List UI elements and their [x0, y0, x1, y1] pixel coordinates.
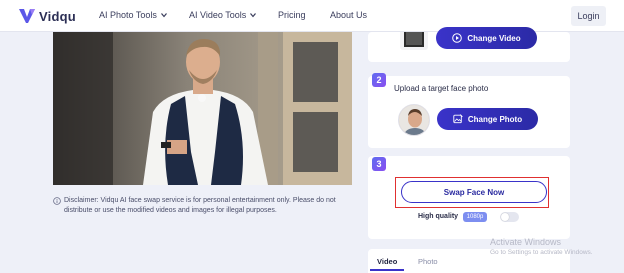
image-edit-icon: [453, 114, 463, 124]
nav-ai-photo-tools[interactable]: AI Photo Tools: [99, 10, 167, 20]
video-preview: [53, 32, 352, 185]
source-video-thumbnail: [400, 32, 428, 50]
login-button[interactable]: Login: [571, 6, 606, 26]
video-thumbnail-icon: [404, 32, 424, 47]
toggle-knob: [501, 213, 509, 221]
activate-windows-title: Activate Windows: [490, 237, 562, 247]
high-quality-toggle[interactable]: [500, 212, 519, 222]
activate-windows-subtitle: Go to Settings to activate Windows.: [490, 249, 593, 256]
chevron-down-icon: [250, 13, 257, 18]
step2-label: Upload a target face photo: [394, 84, 489, 93]
nav-item-label: Pricing: [278, 10, 306, 20]
change-photo-button[interactable]: Change Photo: [437, 108, 538, 130]
tab-photo[interactable]: Photo: [418, 257, 438, 266]
high-quality-label: High quality: [418, 213, 459, 220]
play-icon: [452, 33, 463, 43]
disclaimer: Disclaimer: Vidqu AI face swap service i…: [53, 196, 353, 216]
brand-name: Vidqu: [39, 8, 76, 24]
change-video-label: Change Video: [467, 33, 521, 43]
disclaimer-text: Disclaimer: Vidqu AI face swap service i…: [64, 197, 336, 214]
chevron-down-icon: [160, 13, 167, 18]
vidqu-logo-icon: [19, 9, 35, 23]
logo[interactable]: Vidqu: [18, 7, 76, 25]
resolution-badge: 1080p: [463, 212, 487, 222]
info-icon: [53, 197, 61, 205]
step-number-2: 2: [372, 73, 386, 87]
swap-face-now-button[interactable]: Swap Face Now: [401, 181, 547, 203]
nav-about-us[interactable]: About Us: [330, 10, 367, 20]
active-tab-indicator: [370, 269, 404, 271]
nav-ai-video-tools[interactable]: AI Video Tools: [189, 10, 257, 20]
nav-item-label: AI Photo Tools: [99, 10, 157, 20]
step-number-3: 3: [372, 157, 386, 171]
change-video-button[interactable]: Change Video: [436, 27, 537, 49]
change-photo-label: Change Photo: [467, 114, 523, 124]
nav-item-label: AI Video Tools: [189, 10, 247, 20]
video-preview-image: [53, 32, 352, 185]
target-face-avatar: [398, 104, 430, 136]
nav-item-label: About Us: [330, 10, 368, 20]
nav-pricing[interactable]: Pricing: [278, 10, 306, 20]
tab-video[interactable]: Video: [377, 257, 397, 266]
